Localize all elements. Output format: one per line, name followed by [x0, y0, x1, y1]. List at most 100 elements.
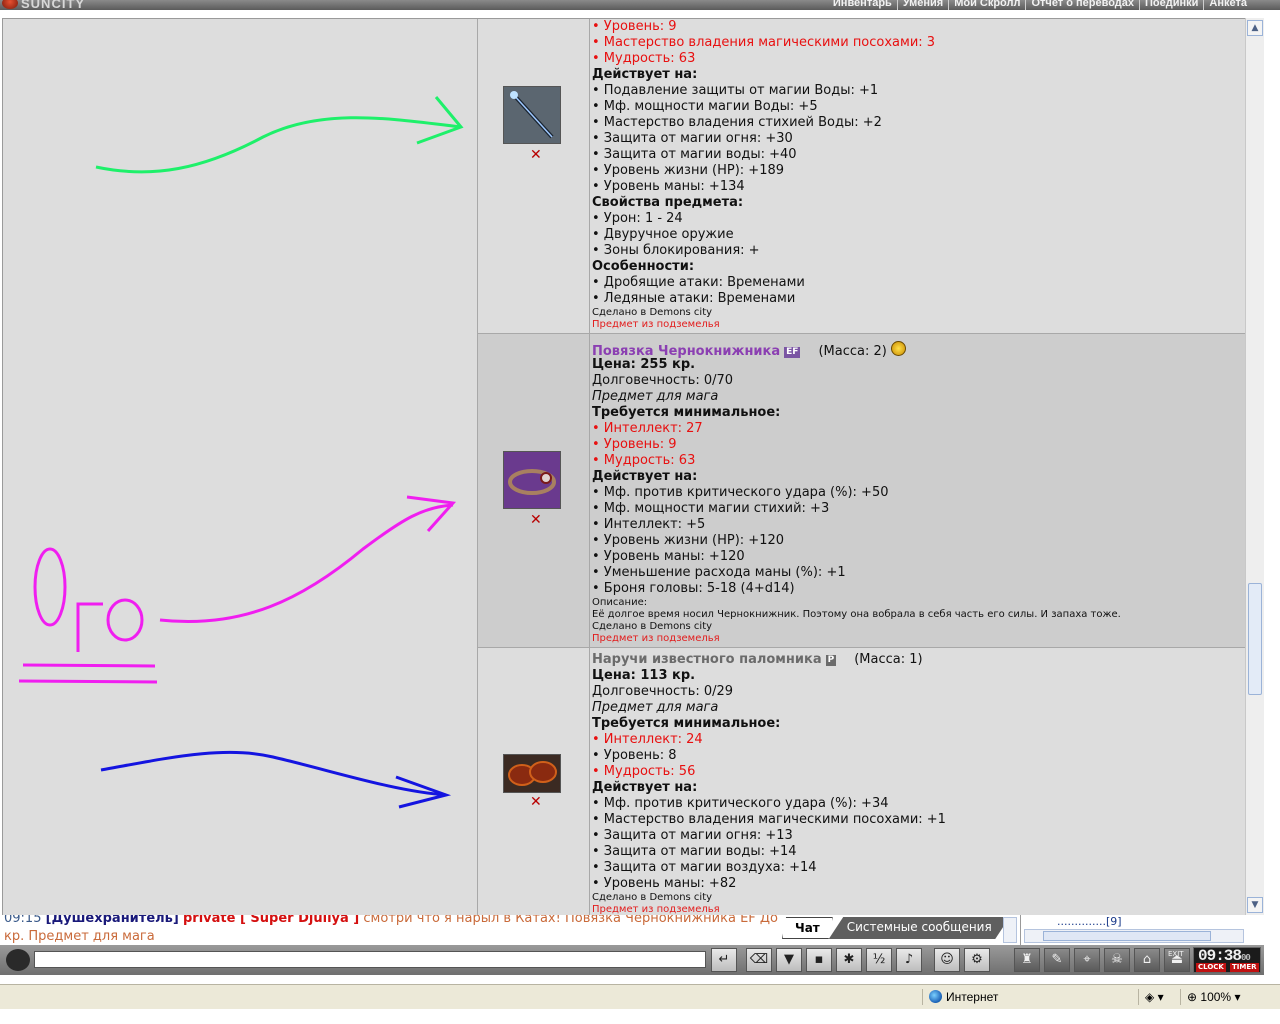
bag-icon[interactable]: ♜: [1014, 948, 1040, 972]
stat-line: • Уровень: 9: [592, 437, 677, 452]
nav-inventory[interactable]: Инвентарь: [828, 0, 898, 10]
stat-line: • Мудрость: 63: [592, 453, 696, 468]
item-class: Предмет для мага: [592, 700, 719, 715]
zone-label: Интернет: [946, 990, 999, 1004]
stat-line: • Уровень жизни (HP): +120: [592, 533, 785, 548]
vertical-scrollbar[interactable]: ▲ ▼: [1245, 18, 1264, 915]
item-durability: Долговечность: 0/70: [592, 373, 734, 388]
item-name-link[interactable]: Наручи известного паломника: [592, 652, 822, 667]
protected-mode-icon[interactable]: ◈ ▾: [1138, 989, 1183, 1005]
item-image-staff[interactable]: [503, 86, 561, 144]
item-price: Цена: 255 кр.: [592, 357, 696, 372]
handwritten-annotation: [18, 96, 464, 809]
scrollbar-thumb[interactable]: [1248, 583, 1262, 695]
stat-line: • Уровень: 9: [592, 19, 677, 34]
stat-line: • Мудрость: 63: [592, 51, 696, 66]
stat-line: • Защита от магии воды: +40: [592, 147, 797, 162]
stat-line: • Дробящие атаки: Временами: [592, 275, 805, 290]
item-description: Наручи известного паломника P (Масса: 1) Ц…: [592, 652, 946, 916]
delete-item-button[interactable]: ✕: [530, 795, 542, 809]
annotation-letter-o2: [106, 598, 144, 642]
skull-icon[interactable]: ☠: [1104, 948, 1130, 972]
stat-line: • Урон: 1 - 24: [592, 211, 683, 226]
send-message-icon[interactable]: ↵: [711, 948, 737, 972]
column-divider-left: [477, 19, 478, 916]
chat-private-label[interactable]: private [ Super Djuliya ]: [183, 915, 359, 926]
section-heading: Действует на:: [592, 469, 698, 484]
nav-scrolls[interactable]: Мои Скролл: [949, 0, 1027, 10]
scroll-down-icon[interactable]: ▼: [1247, 897, 1263, 913]
nav-fights[interactable]: Поединки: [1140, 0, 1205, 10]
headband-icon: [504, 452, 560, 508]
coin-icon: [890, 341, 906, 356]
timer-mode-button[interactable]: TIMER: [1230, 963, 1259, 972]
run-icon[interactable]: ✱: [836, 948, 862, 972]
internet-globe-icon: [929, 990, 942, 1003]
stat-line: • Уровень маны: +134: [592, 179, 745, 194]
item-durability: Долговечность: 0/29: [592, 684, 734, 699]
suncity-logo[interactable]: SUNCITY: [2, 0, 85, 10]
zoom-control[interactable]: ⊕ 100% ▾: [1180, 989, 1277, 1005]
item-class: Предмет для мага: [592, 389, 719, 404]
clock-mode-button[interactable]: CLOCK: [1196, 963, 1226, 972]
description-label: Описание:: [592, 597, 648, 608]
bottom-toolbar: ↵ ⌫ ▼ ▪ ✱ ½ ♪ ☺ ⚙ ♜ ✎ ⌖ ☠ ⌂ EXIT ⏏ 09:380…: [0, 945, 1264, 975]
row-separator: [477, 333, 1246, 334]
filter-icon[interactable]: ▼: [776, 948, 802, 972]
item-image-headband[interactable]: [503, 451, 561, 509]
chat-message: 09:15 [Душехранитель] private [ Super Dj…: [4, 915, 778, 926]
item-description: • Уровень: 9 • Мастерство владения магич…: [592, 19, 935, 331]
smiley-menu-icon[interactable]: [6, 949, 30, 971]
hscroll-thumb[interactable]: [1043, 931, 1211, 941]
stat-line: • Броня головы: 5-18 (4+d14): [592, 581, 795, 596]
dungeon-item-note: Предмет из подземелья: [592, 633, 720, 644]
translit-icon[interactable]: ½: [866, 948, 892, 972]
column-divider-right: [589, 19, 590, 916]
magenta-arrow: [159, 503, 454, 624]
stat-line: • Подавление защиты от магии Воды: +1: [592, 83, 879, 98]
sound-icon[interactable]: ♪: [896, 948, 922, 972]
scroll-up-icon[interactable]: ▲: [1247, 20, 1263, 36]
stat-line: • Уровень маны: +120: [592, 549, 745, 564]
item-description: Повязка Чернокнижника EF (Масса: 2) Цена: …: [592, 341, 1121, 645]
nav-transfers[interactable]: Отчет о переводах: [1026, 0, 1141, 10]
item-image-bracers[interactable]: [503, 754, 561, 793]
users-horizontal-scrollbar[interactable]: [1024, 929, 1244, 943]
smile-icon[interactable]: ☺: [934, 948, 960, 972]
save-icon[interactable]: ▪: [806, 948, 832, 972]
eraser-icon[interactable]: ⌫: [746, 948, 772, 972]
annotation-underline: [22, 663, 156, 668]
delete-item-button[interactable]: ✕: [530, 513, 542, 527]
stat-line: • Мастерство владения магическими посоха…: [592, 812, 946, 827]
tab-chat[interactable]: Чат: [782, 917, 833, 939]
shop-icon[interactable]: ⌂: [1134, 948, 1160, 972]
stat-line: • Интеллект: 27: [592, 421, 703, 436]
zoom-level: 100%: [1200, 990, 1232, 1004]
delete-item-button[interactable]: ✕: [530, 148, 542, 162]
bracers-icon: [504, 755, 560, 792]
item-badge: P: [825, 655, 837, 666]
user-list-entry[interactable]: ..............[9]: [1057, 915, 1122, 928]
chat-scrollbar[interactable]: [1003, 917, 1017, 943]
section-heading: Требуется минимальное:: [592, 405, 781, 420]
nav-skills[interactable]: Умения: [898, 0, 950, 10]
exit-button[interactable]: EXIT ⏏: [1164, 948, 1190, 972]
chat-message-continued: кр. Предмет для мага: [4, 929, 155, 944]
scroll-icon[interactable]: ✎: [1044, 948, 1070, 972]
stat-line: • Защита от магии воздуха: +14: [592, 860, 817, 875]
section-heading: Действует на:: [592, 67, 698, 82]
item-title: Повязка Чернокнижника EF (Масса: 2): [592, 341, 1121, 359]
settings-icon[interactable]: ⚙: [964, 948, 990, 972]
map-icon[interactable]: ⌖: [1074, 948, 1100, 972]
annotation-underline: [18, 679, 158, 684]
chat-nick[interactable]: [Душехранитель]: [46, 915, 179, 926]
clock-seconds: 00: [1241, 953, 1251, 963]
nav-profile[interactable]: Анкета: [1204, 0, 1252, 10]
section-heading: Свойства предмета:: [592, 195, 744, 210]
made-in: Сделано в Demons city: [592, 892, 713, 903]
dungeon-item-note: Предмет из подземелья: [592, 319, 720, 330]
chat-input[interactable]: [34, 951, 706, 968]
tab-system-messages[interactable]: Системные сообщения: [828, 917, 1010, 939]
logo-gem-icon: [2, 0, 18, 9]
green-arrow: [95, 116, 462, 174]
